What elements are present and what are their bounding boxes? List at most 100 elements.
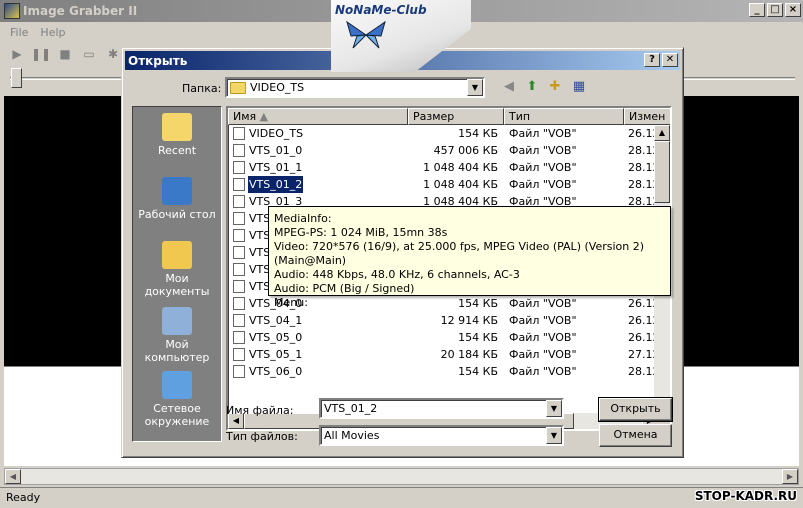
scroll-right-icon[interactable]: ▶ xyxy=(782,469,798,484)
desktop-icon xyxy=(162,177,192,205)
minimize-button[interactable]: _ xyxy=(749,3,765,17)
video-file-icon xyxy=(233,161,245,174)
network-icon xyxy=(162,371,192,399)
file-type: Файл "VOB" xyxy=(509,127,577,140)
help-button[interactable]: ? xyxy=(644,53,660,67)
file-size: 1 048 404 КБ xyxy=(423,161,498,174)
video-file-icon xyxy=(233,348,245,361)
app-title: Image Grabber II xyxy=(23,4,138,18)
status-bar: Ready xyxy=(0,487,803,508)
dialog-title: Открыть xyxy=(128,53,188,68)
place-recent[interactable]: Recent xyxy=(133,113,221,157)
place-my-documents[interactable]: Мои документы xyxy=(133,241,221,298)
view-menu-icon[interactable]: ▦ xyxy=(569,78,589,96)
video-file-icon xyxy=(233,195,245,208)
close-button[interactable]: × xyxy=(785,3,801,17)
filename-input[interactable]: VTS_01_2 ▼ xyxy=(319,398,564,419)
menu-file[interactable]: File xyxy=(4,26,34,39)
file-type: Файл "VOB" xyxy=(509,331,577,344)
monitor-icon[interactable]: ▭ xyxy=(80,46,98,62)
mediainfo-tooltip: MediaInfo: MPEG-PS: 1 024 MiB, 15mn 38s … xyxy=(268,206,671,309)
col-modified[interactable]: Измен xyxy=(624,108,670,125)
documents-icon xyxy=(162,241,192,269)
slider-thumb[interactable] xyxy=(11,68,22,88)
file-size: 154 КБ xyxy=(458,331,498,344)
file-row[interactable]: VTS_01_2 1 048 404 КБ Файл "VOB" 28.12 xyxy=(228,175,660,194)
file-row[interactable]: VTS_05_0 154 КБ Файл "VOB" 26.12 xyxy=(228,329,660,346)
file-size: 457 006 КБ xyxy=(433,144,498,157)
file-name: VTS_06_0 xyxy=(249,365,303,378)
scroll-up-icon[interactable]: ▲ xyxy=(654,125,670,141)
video-file-icon xyxy=(233,246,245,259)
play-icon[interactable]: ▶ xyxy=(8,46,26,62)
file-size: 20 184 КБ xyxy=(440,348,498,361)
file-name: VIDEO_TS xyxy=(249,127,304,140)
file-name: VTS_05_0 xyxy=(249,331,303,344)
stop-icon[interactable]: ■ xyxy=(56,46,74,62)
filetype-select[interactable]: All Movies ▼ xyxy=(319,425,564,446)
pause-icon[interactable]: ❚❚ xyxy=(31,46,51,62)
butterfly-icon xyxy=(346,20,386,49)
up-folder-icon[interactable]: ⬆ xyxy=(522,78,542,96)
video-file-icon xyxy=(233,212,245,225)
main-hscrollbar[interactable]: ◀ ▶ xyxy=(4,468,799,485)
file-name: VTS_01_0 xyxy=(249,144,303,157)
file-row[interactable]: VTS_04_1 12 914 КБ Файл "VOB" 26.12 xyxy=(228,312,660,329)
noname-club-overlay: NoNaMe-Club xyxy=(331,0,471,80)
place-network[interactable]: Сетевое окружение xyxy=(133,371,221,428)
video-file-icon xyxy=(233,127,245,140)
open-button[interactable]: Открыть xyxy=(598,397,673,422)
folder-value: VIDEO_TS xyxy=(250,81,305,94)
col-name[interactable]: Имя ▲ xyxy=(228,108,408,125)
folder-combo[interactable]: VIDEO_TS ▼ xyxy=(225,77,485,98)
file-type: Файл "VOB" xyxy=(509,144,577,157)
folder-icon xyxy=(230,81,246,94)
new-folder-icon[interactable]: ✚ xyxy=(545,78,565,96)
maximize-button[interactable]: □ xyxy=(767,3,783,17)
col-type[interactable]: Тип xyxy=(504,108,624,125)
computer-icon xyxy=(162,307,192,335)
watermark: STOP-KADR.RU xyxy=(694,489,797,503)
open-dialog: Открыть ? ✕ Папка: VIDEO_TS ▼ ◀ ⬆ ✚ ▦ Re… xyxy=(121,47,684,458)
app-icon xyxy=(4,3,20,19)
file-name: VTS_01_2 xyxy=(246,175,305,194)
scroll-left-icon[interactable]: ◀ xyxy=(5,469,21,484)
places-bar: Recent Рабочий стол Мои документы Мой ко… xyxy=(132,106,222,442)
video-file-icon xyxy=(233,331,245,344)
recent-icon xyxy=(162,113,192,141)
menu-help[interactable]: Help xyxy=(34,26,71,39)
dialog-close-button[interactable]: ✕ xyxy=(662,53,678,67)
chevron-down-icon[interactable]: ▼ xyxy=(546,427,562,444)
file-name: VTS_05_1 xyxy=(249,348,303,361)
file-size: 1 048 404 КБ xyxy=(423,178,498,191)
file-name: VTS_01_1 xyxy=(249,161,303,174)
file-type: Файл "VOB" xyxy=(509,178,577,191)
file-size: 154 КБ xyxy=(458,365,498,378)
settings-icon[interactable]: ✱ xyxy=(104,46,122,62)
chevron-down-icon[interactable]: ▼ xyxy=(467,79,483,96)
place-desktop[interactable]: Рабочий стол xyxy=(133,177,221,221)
file-row[interactable]: VTS_01_0 457 006 КБ Файл "VOB" 28.12 xyxy=(228,142,660,159)
file-name: VTS_04_1 xyxy=(249,314,303,327)
file-type: Файл "VOB" xyxy=(509,365,577,378)
file-row[interactable]: VIDEO_TS 154 КБ Файл "VOB" 26.12 xyxy=(228,125,660,142)
file-size: 12 914 КБ xyxy=(440,314,498,327)
video-file-icon xyxy=(233,229,245,242)
video-file-icon xyxy=(233,365,245,378)
status-text: Ready xyxy=(6,491,41,504)
vscroll-thumb[interactable] xyxy=(654,141,670,203)
back-icon[interactable]: ◀ xyxy=(499,78,519,96)
video-file-icon xyxy=(233,297,245,310)
file-type: Файл "VOB" xyxy=(509,161,577,174)
file-type: Файл "VOB" xyxy=(509,348,577,361)
cancel-button[interactable]: Отмена xyxy=(599,424,672,447)
chevron-down-icon[interactable]: ▼ xyxy=(546,400,562,417)
video-file-icon xyxy=(233,144,245,157)
file-row[interactable]: VTS_01_1 1 048 404 КБ Файл "VOB" 28.12 xyxy=(228,159,660,176)
file-row[interactable]: VTS_05_1 20 184 КБ Файл "VOB" 27.12 xyxy=(228,346,660,363)
place-my-computer[interactable]: Мой компьютер xyxy=(133,307,221,364)
file-row[interactable]: VTS_06_0 154 КБ Файл "VOB" 28.12 xyxy=(228,363,660,380)
col-size[interactable]: Размер xyxy=(408,108,504,125)
file-type: Файл "VOB" xyxy=(509,314,577,327)
filetype-label: Тип файлов: xyxy=(226,430,298,443)
